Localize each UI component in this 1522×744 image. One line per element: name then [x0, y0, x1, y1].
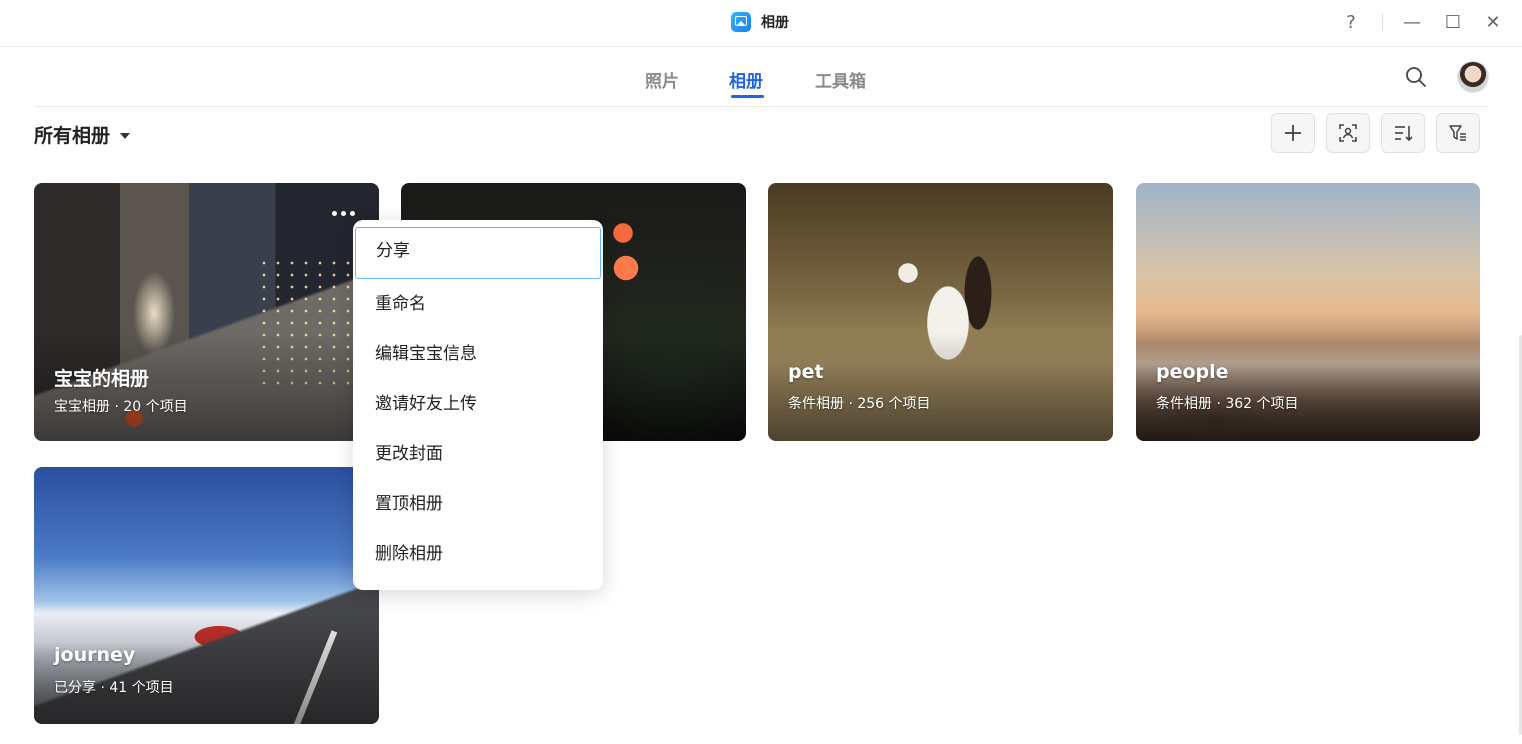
maximize-icon[interactable]: ☐ [1440, 10, 1466, 36]
minimize-icon[interactable]: — [1399, 10, 1425, 36]
main-tabs: 照片 相册 工具箱 [0, 47, 1522, 107]
album-card-journey[interactable]: journey 已分享 · 41 个项目 [34, 467, 379, 724]
filter-icon [1449, 125, 1466, 141]
menu-item-rename[interactable]: 重命名 [353, 279, 603, 329]
menu-item-change-cover[interactable]: 更改封面 [353, 429, 603, 479]
album-context-menu: 分享 重命名 编辑宝宝信息 邀请好友上传 更改封面 置顶相册 删除相册 [353, 220, 603, 590]
title-separator [1382, 13, 1383, 31]
album-name: journey [54, 644, 136, 666]
album-card-baby[interactable]: 宝宝的相册 宝宝相册 · 20 个项目 [34, 183, 379, 441]
filter-button[interactable] [1436, 113, 1480, 153]
close-icon[interactable]: ✕ [1480, 10, 1506, 36]
album-name: pet [788, 361, 824, 383]
app-title: 相册 [731, 12, 789, 32]
menu-item-pin-album[interactable]: 置顶相册 [353, 479, 603, 529]
album-card-people[interactable]: people 条件相册 · 362 个项目 [1136, 183, 1480, 441]
album-card-pet[interactable]: pet 条件相册 · 256 个项目 [768, 183, 1113, 441]
title-bar: 相册 ? — ☐ ✕ [0, 0, 1522, 47]
plus-icon [1285, 125, 1301, 141]
header-divider [34, 106, 1488, 107]
user-avatar[interactable] [1458, 62, 1488, 92]
window-title: 相册 [761, 15, 789, 31]
album-name: 宝宝的相册 [54, 368, 150, 390]
album-meta: 已分享 · 41 个项目 [54, 680, 174, 696]
search-icon[interactable] [1404, 65, 1428, 89]
menu-item-invite-upload[interactable]: 邀请好友上传 [353, 379, 603, 429]
album-meta: 条件相册 · 256 个项目 [788, 396, 931, 412]
album-meta: 条件相册 · 362 个项目 [1156, 396, 1299, 412]
create-album-button[interactable] [1271, 113, 1315, 153]
sort-icon [1395, 126, 1413, 142]
caret-down-icon [120, 132, 131, 139]
more-options-icon[interactable] [332, 211, 355, 216]
album-filter-dropdown[interactable]: 所有相册 [34, 121, 131, 148]
tab-albums[interactable]: 相册 [729, 67, 763, 92]
album-meta: 宝宝相册 · 20 个项目 [54, 399, 188, 415]
menu-item-delete-album[interactable]: 删除相册 [353, 529, 603, 579]
tab-toolbox[interactable]: 工具箱 [815, 67, 866, 92]
active-tab-indicator [731, 95, 764, 98]
tab-photos[interactable]: 照片 [645, 67, 679, 92]
sort-button[interactable] [1381, 113, 1425, 153]
face-scan-button[interactable] [1326, 113, 1370, 153]
help-icon[interactable]: ? [1338, 10, 1364, 36]
photos-app-icon [731, 12, 751, 32]
face-scan-icon [1339, 124, 1357, 142]
menu-item-edit-baby-info[interactable]: 编辑宝宝信息 [353, 329, 603, 379]
album-name: people [1156, 361, 1229, 383]
menu-item-share[interactable]: 分享 [355, 227, 601, 279]
album-filter-label: 所有相册 [34, 125, 111, 147]
